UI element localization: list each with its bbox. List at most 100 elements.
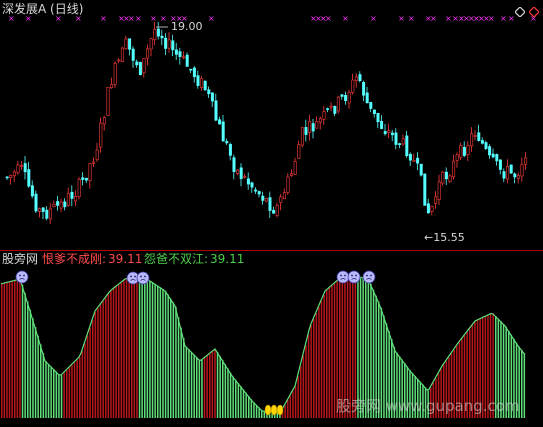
indicator-bar <box>263 411 266 418</box>
candle-body <box>520 164 524 177</box>
candle-body <box>513 173 517 178</box>
candle-body <box>437 181 441 200</box>
candle-body <box>279 196 283 203</box>
signal-marker: × <box>150 14 157 23</box>
candle-body <box>128 38 132 50</box>
coin-icon <box>270 404 278 416</box>
candle-body <box>41 207 45 212</box>
indicator-bar <box>1 283 3 418</box>
indicator-line2-value: 39.11 <box>210 252 245 266</box>
candle-body <box>149 38 153 50</box>
price-chart[interactable]: × × × × × ××× × × × × ×× × ×××× × × × × ×× × × ××××××× × × × <box>0 0 543 250</box>
candle-body <box>293 161 297 175</box>
signal-marker: × <box>488 14 495 23</box>
indicator-bar <box>92 320 94 418</box>
frown-face-icon-eye <box>23 274 25 277</box>
candle-body <box>455 154 459 161</box>
frown-face-icon <box>336 270 350 284</box>
signal-marker: × <box>408 14 415 23</box>
signal-marker: × <box>128 14 135 23</box>
candle-body <box>48 208 52 220</box>
frown-face-icon <box>136 271 150 285</box>
candle-body <box>239 167 243 179</box>
candle-body <box>408 153 412 161</box>
signal-marker: × <box>135 14 142 23</box>
coin-icon <box>264 404 272 416</box>
candle-body <box>347 92 351 104</box>
candle-body <box>102 117 106 125</box>
indicator-bar <box>53 369 55 418</box>
candle-body <box>192 67 196 78</box>
indicator-bar <box>289 395 292 418</box>
candle-body <box>63 201 67 208</box>
candle-body <box>416 157 420 164</box>
indicator-bar <box>315 312 318 418</box>
candle-body <box>214 100 218 121</box>
candle-body <box>394 132 398 145</box>
candle-body <box>412 160 416 162</box>
candle-body <box>70 191 74 199</box>
indicator-bar <box>99 304 102 418</box>
frown-face-icon-eye <box>130 275 132 278</box>
indicator-bar <box>42 353 45 418</box>
candle-body <box>196 75 200 86</box>
indicator-bar <box>3 283 6 418</box>
candle-body <box>365 92 369 104</box>
indicator-bar <box>68 367 71 418</box>
candle-body <box>66 193 70 206</box>
candle-body <box>146 48 150 59</box>
indicator-bar <box>206 355 208 418</box>
candle-body <box>74 196 78 202</box>
indicator-bar <box>167 294 169 418</box>
indicator-bar <box>24 293 26 418</box>
candle-body <box>488 146 492 156</box>
indicator-bar <box>27 301 29 418</box>
signal-marker: × <box>100 14 107 23</box>
candle-body <box>304 127 308 135</box>
frown-face-icon-eye <box>355 274 357 277</box>
indicator-bar <box>307 334 310 418</box>
candle-body <box>470 133 474 147</box>
candle-body <box>189 68 193 71</box>
indicator-bar <box>107 294 110 418</box>
low-price-label: ←15.55 <box>424 231 465 244</box>
indicator-bar <box>172 302 175 418</box>
candle-body <box>426 203 430 214</box>
candle-body <box>423 173 427 206</box>
indicator-bar <box>141 278 143 418</box>
indicator-bar <box>521 349 523 418</box>
candle-body <box>38 208 42 212</box>
candle-body <box>336 96 340 112</box>
candle-body <box>113 63 117 85</box>
candle-body <box>218 119 222 125</box>
indicator-bar <box>86 335 89 418</box>
candle-body <box>477 132 481 141</box>
candle-body <box>434 196 438 204</box>
frown-face-icon-eye <box>366 274 368 277</box>
candle-body <box>282 192 286 200</box>
candle-body <box>138 62 142 76</box>
indicator-line2-label: 怨爸不双江: <box>144 252 209 266</box>
indicator-bar <box>154 283 156 418</box>
candle-body <box>95 149 99 161</box>
candle-body <box>203 80 207 91</box>
candle-body <box>387 130 391 133</box>
candle-body <box>88 163 92 181</box>
indicator-bar <box>84 343 86 418</box>
signal-marker: × <box>500 14 507 23</box>
candle-body <box>5 176 9 179</box>
candle-body <box>135 61 139 66</box>
candle-body <box>290 173 294 176</box>
indicator-bar <box>196 357 198 418</box>
diamond-settings-icon[interactable] <box>514 2 526 18</box>
candle-body <box>376 112 380 123</box>
signal-marker: × <box>160 14 167 23</box>
indicator-bar <box>21 284 24 418</box>
chart-window[interactable]: × × × × × × × × × × × × × × × × × × × × × × × × × × × × × × × × × × × × × 深发… <box>0 0 543 427</box>
indicator-bar <box>209 353 211 418</box>
diamond-icon[interactable] <box>528 2 540 18</box>
frown-face-icon-eye <box>144 275 146 278</box>
indicator-bar <box>97 308 99 418</box>
indicator-bar <box>222 360 224 418</box>
signal-marker: × <box>370 14 377 23</box>
